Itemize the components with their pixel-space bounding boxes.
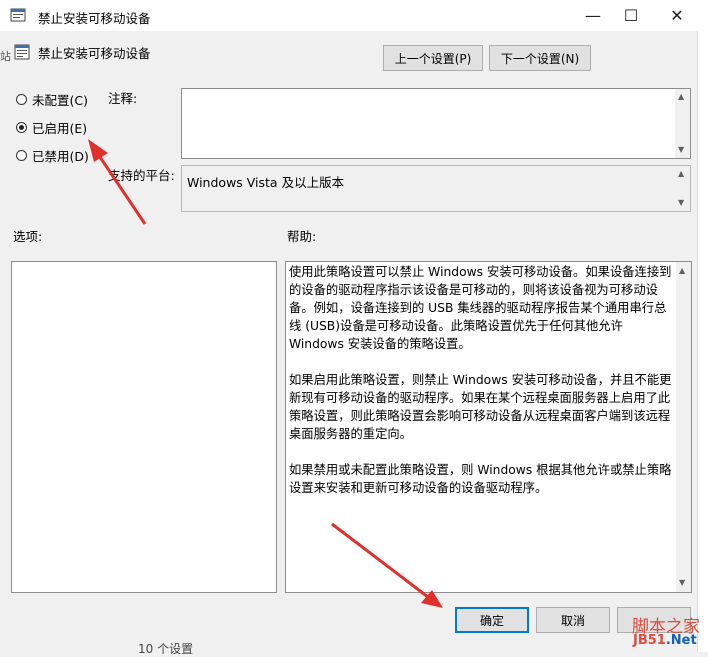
policy-name: 禁止安装可移动设备 [38, 46, 151, 61]
radio-circle[interactable] [16, 149, 27, 161]
next-setting-button[interactable]: 下一个设置(N) [489, 45, 591, 71]
comment-label: 注释: [108, 91, 138, 106]
background-status-text: 10 个设置 [138, 642, 194, 656]
background-window [697, 31, 708, 652]
help-paragraph: 如果禁用或未配置此策略设置，则 Windows 根据其他允许或禁止策略设置来安装… [289, 463, 672, 495]
cancel-button[interactable]: 取消 [536, 607, 610, 633]
title-bar: 禁止安装可移动设备 — ☐ ✕ [0, 0, 708, 31]
radio-label: 已禁用(D) [32, 148, 89, 164]
radio-circle-checked[interactable] [16, 121, 27, 133]
background-sliver-text: 站 [0, 50, 11, 63]
scroll-up-icon[interactable]: ▲ [678, 170, 684, 178]
ok-button[interactable]: 确定 [455, 607, 529, 633]
comment-scrollbar[interactable]: ▲ ▼ [675, 89, 690, 158]
radio-circle[interactable] [16, 93, 27, 105]
policy-icon [14, 44, 30, 60]
arrow-to-enabled-head [88, 139, 108, 162]
watermark-url: JB51.Net [633, 633, 697, 648]
maximize-button[interactable]: ☐ [608, 0, 654, 31]
watermark-url-b: .Net [665, 633, 697, 648]
options-panel [11, 261, 277, 593]
radio-label: 未配置(C) [32, 92, 88, 108]
platform-label: 支持的平台: [108, 168, 175, 183]
platform-value: Windows Vista 及以上版本 [187, 175, 345, 190]
comment-textarea[interactable]: ▲ ▼ [181, 88, 691, 159]
scroll-down-icon[interactable]: ▼ [678, 199, 684, 207]
maximize-icon: ☐ [623, 6, 639, 25]
radio-label: 已启用(E) [32, 120, 88, 136]
options-label: 选项: [13, 229, 43, 244]
previous-setting-button[interactable]: 上一个设置(P) [383, 45, 483, 71]
help-paragraph: 使用此策略设置可以禁止 Windows 安装可移动设备。如果设备连接到的设备的驱… [289, 265, 672, 351]
watermark-url-a: JB51 [633, 633, 666, 648]
scroll-up-icon[interactable]: ▲ [679, 267, 685, 275]
radio-not-configured[interactable]: 未配置(C) [16, 90, 88, 108]
policy-window-icon [10, 8, 26, 22]
help-label: 帮助: [287, 229, 317, 244]
radio-enabled[interactable]: 已启用(E) [16, 118, 87, 136]
scroll-up-icon[interactable]: ▲ [678, 93, 684, 101]
help-text: 使用此策略设置可以禁止 Windows 安装可移动设备。如果设备连接到的设备的驱… [289, 263, 672, 497]
help-paragraph: 如果启用此策略设置，则禁止 Windows 安装可移动设备，并且不能更新现有可移… [289, 373, 672, 441]
close-button[interactable]: ✕ [654, 0, 700, 31]
help-scrollbar[interactable]: ▲ ▼ [676, 262, 691, 592]
scroll-down-icon[interactable]: ▼ [678, 146, 684, 154]
scroll-down-icon[interactable]: ▼ [679, 579, 685, 587]
minimize-icon: — [585, 6, 601, 25]
close-icon: ✕ [670, 6, 684, 25]
platform-field: Windows Vista 及以上版本 ▲ ▼ [181, 165, 691, 212]
window-title: 禁止安装可移动设备 [38, 11, 151, 26]
radio-disabled[interactable]: 已禁用(D) [16, 146, 89, 164]
platform-scrollbar[interactable]: ▲ ▼ [675, 166, 690, 211]
